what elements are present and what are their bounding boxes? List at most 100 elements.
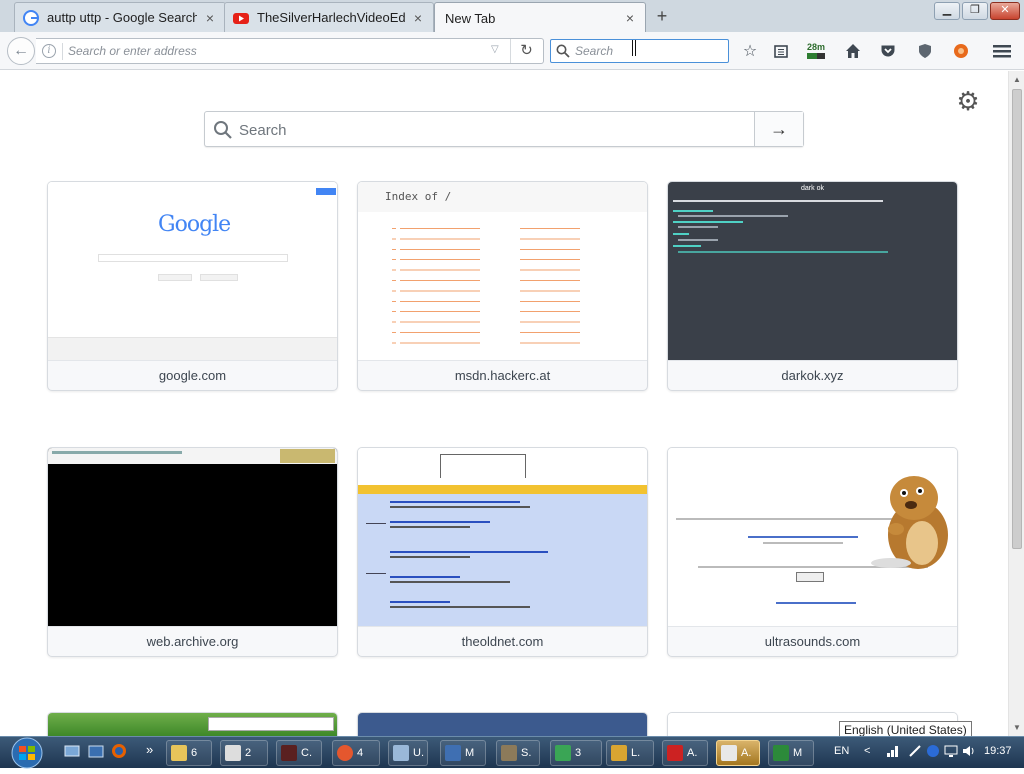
tile-label: web.archive.org: [48, 626, 337, 656]
search-go-button[interactable]: →: [754, 112, 803, 146]
taskbar-window-button[interactable]: U.: [388, 740, 428, 766]
taskbar-window-button[interactable]: L.: [606, 740, 654, 766]
hamburger-menu-icon[interactable]: [991, 41, 1013, 61]
search-bar[interactable]: [550, 39, 729, 63]
close-tab-icon[interactable]: ×: [623, 10, 637, 26]
close-window-button[interactable]: ✕: [990, 2, 1020, 20]
scrollbar-thumb[interactable]: [1012, 89, 1022, 549]
top-site-tile[interactable]: web.archive.org: [47, 447, 338, 657]
close-tab-icon[interactable]: ×: [411, 10, 425, 26]
scroll-down-icon[interactable]: ▼: [1012, 723, 1022, 733]
tray-expand[interactable]: <: [864, 745, 870, 757]
site-thumbnail: Google: [48, 182, 337, 360]
site-thumbnail: [668, 448, 957, 626]
site-thumbnail: dark ok: [668, 182, 957, 360]
restore-button[interactable]: ❐: [962, 2, 988, 20]
taskbar-window-button[interactable]: A.: [662, 740, 708, 766]
url-input[interactable]: [68, 42, 488, 60]
new-tab-search[interactable]: →: [204, 111, 804, 147]
top-site-tile[interactable]: theoldnet.com: [357, 447, 648, 657]
vertical-scrollbar[interactable]: ▲ ▼: [1008, 71, 1024, 736]
top-site-tile[interactable]: [47, 712, 338, 736]
search-icon: [214, 121, 232, 139]
tab-new-tab[interactable]: New Tab ×: [434, 2, 646, 33]
show-desktop-icon[interactable]: [64, 743, 80, 762]
gear-icon[interactable]: ⚙: [954, 87, 982, 115]
minimize-button[interactable]: ▁: [934, 2, 960, 20]
taskbar-label: 6: [191, 747, 198, 759]
monitor-icon[interactable]: [944, 744, 958, 761]
bookmarks-menu-icon[interactable]: [770, 41, 792, 61]
taskbar-label: 3: [575, 747, 582, 759]
pen-icon[interactable]: [908, 744, 922, 761]
taskbar-label: 4: [357, 747, 364, 759]
tab-google-search[interactable]: auttp uttp - Google Search ×: [14, 2, 226, 32]
volume-icon[interactable]: [962, 744, 976, 761]
pocket-icon[interactable]: [877, 41, 899, 61]
taskbar-label: A.: [687, 747, 698, 759]
bluetooth-icon[interactable]: [926, 744, 940, 761]
bookmark-star-icon[interactable]: ☆: [739, 41, 761, 61]
explorer-icon[interactable]: [88, 743, 104, 762]
scroll-up-icon[interactable]: ▲: [1012, 75, 1022, 85]
site-thumbnail: Index of /: [358, 182, 647, 360]
tab-youtube[interactable]: TheSilverHarlechVideoEdit... ×: [224, 2, 434, 32]
archive-icon: [225, 745, 241, 761]
new-tab-button[interactable]: +: [652, 7, 672, 27]
tab-label: New Tab: [445, 10, 496, 26]
network-icon[interactable]: [886, 744, 900, 761]
taskbar-overflow[interactable]: »: [146, 742, 153, 757]
tile-label: ultrasounds.com: [668, 626, 957, 656]
app-icon: [445, 745, 461, 761]
top-site-tile[interactable]: Index of / msdn.hackerc.at: [357, 181, 648, 391]
info-icon[interactable]: i: [42, 44, 56, 58]
taskbar-label: A.: [741, 747, 752, 759]
taskbar-label: 2: [245, 747, 252, 759]
new-tab-search-input[interactable]: [239, 121, 739, 139]
taskbar-label: U.: [413, 747, 424, 759]
new-tab-page: ⚙ → Google google.com Index of / msdn.ha…: [0, 71, 1008, 736]
reload-button[interactable]: ↻: [510, 39, 542, 63]
taskbar-window-button[interactable]: M: [440, 740, 486, 766]
addon-timer-icon[interactable]: 28m: [805, 41, 827, 61]
ublock-shield-icon[interactable]: [914, 41, 936, 61]
taskbar-window-button[interactable]: A.: [716, 740, 760, 766]
start-button[interactable]: [4, 737, 50, 769]
pdf-icon: [667, 745, 683, 761]
history-dropdown-icon[interactable]: ▽: [491, 44, 499, 55]
firefox-icon[interactable]: [111, 743, 127, 762]
site-thumbnail: [358, 713, 647, 736]
taskbar-group-button[interactable]: 6: [166, 740, 212, 766]
top-site-tile[interactable]: dark ok darkok.xyz: [667, 181, 958, 391]
taskbar-label: S.: [521, 747, 532, 759]
navigation-toolbar: ← i ▽ ↻: [0, 32, 1024, 70]
url-bar[interactable]: i ▽ ↻: [36, 38, 544, 64]
folder-icon: [171, 745, 187, 761]
tab-label: auttp uttp - Google Search: [47, 10, 197, 25]
taskbar-window-button[interactable]: M: [768, 740, 814, 766]
taskbar-window-button[interactable]: C.: [276, 740, 322, 766]
taskbar-group-button[interactable]: 2: [220, 740, 268, 766]
close-tab-icon[interactable]: ×: [203, 10, 217, 26]
site-thumbnail: [48, 448, 337, 626]
language-indicator[interactable]: EN: [834, 745, 849, 757]
app-icon: [281, 745, 297, 761]
taskbar-group-button[interactable]: 3: [550, 740, 602, 766]
google-icon: [23, 9, 39, 26]
search-input[interactable]: [575, 43, 725, 59]
top-site-tile[interactable]: ultrasounds.com: [667, 447, 958, 657]
home-icon[interactable]: [842, 41, 864, 61]
addon-badge: 28m: [806, 41, 825, 52]
taskbar-label: M: [793, 747, 803, 759]
tile-label: theoldnet.com: [358, 626, 647, 656]
clock[interactable]: 19:37: [984, 745, 1012, 757]
taskbar-window-button[interactable]: S.: [496, 740, 540, 766]
taskbar-group-button[interactable]: 4: [332, 740, 380, 766]
search-icon: [556, 44, 570, 58]
back-button[interactable]: ←: [7, 37, 35, 65]
tile-label: msdn.hackerc.at: [358, 360, 647, 390]
extension-fox-icon[interactable]: [950, 41, 972, 61]
top-site-tile[interactable]: [357, 712, 648, 736]
top-site-tile[interactable]: Google google.com: [47, 181, 338, 391]
tile-label: google.com: [48, 360, 337, 390]
